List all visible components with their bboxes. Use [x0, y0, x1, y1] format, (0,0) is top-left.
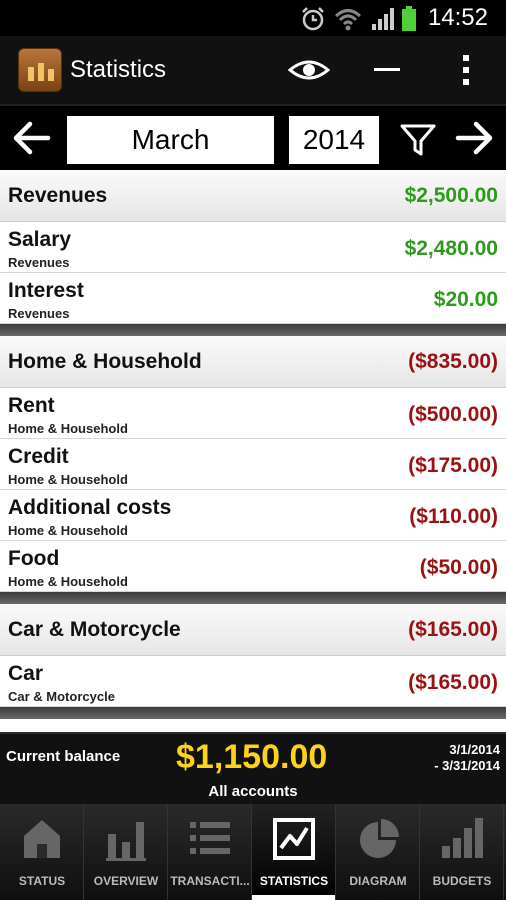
tab-budgets[interactable]: BUDGETS	[420, 804, 504, 900]
list-item[interactable]: Credit Home & Household ($175.00)	[0, 439, 506, 490]
app-logo-icon[interactable]	[18, 48, 62, 92]
battery-icon	[402, 6, 416, 31]
item-name: Food	[8, 547, 60, 570]
balance-amount: $1,150.00	[176, 738, 328, 776]
tab-label: DIAGRAM	[349, 874, 407, 888]
group-divider	[0, 707, 506, 719]
tab-diagram[interactable]: DIAGRAM	[336, 804, 420, 900]
group-name: Home & Household	[8, 350, 202, 373]
group-amount: ($165.00)	[408, 618, 498, 641]
alarm-icon	[302, 7, 324, 31]
item-category: Home & Household	[8, 523, 128, 538]
filter-icon[interactable]	[398, 120, 438, 160]
group-header-home-household[interactable]: Home & Household ($835.00)	[0, 336, 506, 388]
group-amount: $2,500.00	[404, 184, 498, 207]
tab-label: TRANSACTI...	[170, 874, 250, 888]
item-name: Rent	[8, 394, 55, 417]
item-category: Home & Household	[8, 574, 128, 589]
tab-transactions[interactable]: TRANSACTI...	[168, 804, 252, 900]
bar-chart-icon	[106, 822, 146, 861]
list-item[interactable]: Rent Home & Household ($500.00)	[0, 388, 506, 439]
line-chart-icon	[273, 818, 315, 860]
status-bar: 14:52	[0, 0, 506, 36]
item-amount: ($500.00)	[408, 403, 498, 426]
item-amount: $2,480.00	[404, 237, 498, 260]
item-name: Interest	[8, 279, 84, 302]
item-category: Revenues	[8, 306, 70, 321]
balance-summary: Current balance $1,150.00 All accounts 3…	[0, 732, 506, 804]
minus-icon[interactable]	[372, 52, 402, 88]
date-range-end: - 3/31/2014	[434, 758, 500, 773]
list-item[interactable]: Car Car & Motorcycle ($165.00)	[0, 656, 506, 707]
item-name: Salary	[8, 228, 72, 251]
ascending-bars-icon	[442, 818, 483, 858]
group-header-car-motorcycle[interactable]: Car & Motorcycle ($165.00)	[0, 604, 506, 656]
tab-label: OVERVIEW	[93, 874, 159, 888]
list-item[interactable]: Salary Revenues $2,480.00	[0, 222, 506, 273]
item-category: Revenues	[8, 255, 70, 270]
pie-chart-icon	[360, 819, 399, 858]
item-category: Car & Motorcycle	[8, 689, 115, 704]
overflow-menu-icon[interactable]	[456, 52, 476, 88]
list-item[interactable]: Additional costs Home & Household ($110.…	[0, 490, 506, 541]
item-amount: $20.00	[433, 288, 498, 311]
home-icon	[24, 820, 60, 858]
year-selector[interactable]: 2014	[289, 116, 379, 164]
signal-icon	[372, 8, 394, 30]
bottom-tab-bar: STATUS OVERVIEW TRANSACTI... STATISTICS …	[0, 804, 506, 900]
item-amount: ($110.00)	[409, 505, 498, 528]
month-selector[interactable]: March	[67, 116, 274, 164]
group-header-revenues[interactable]: Revenues $2,500.00	[0, 170, 506, 222]
item-amount: ($50.00)	[419, 556, 498, 579]
tab-label: STATISTICS	[259, 874, 329, 888]
tab-label: BUDGETS	[432, 874, 492, 888]
group-name: Car & Motorcycle	[8, 618, 181, 641]
item-name: Additional costs	[8, 496, 172, 519]
wifi-icon	[334, 9, 362, 31]
list-item[interactable]: Interest Revenues $20.00	[0, 273, 506, 324]
account-scope[interactable]: All accounts	[0, 783, 506, 800]
item-category: Home & Household	[8, 472, 128, 487]
tab-status[interactable]: STATUS	[0, 804, 84, 900]
group-divider	[0, 592, 506, 604]
next-arrow-icon[interactable]	[452, 118, 496, 158]
statistics-list[interactable]: Revenues $2,500.00 Salary Revenues $2,48…	[0, 170, 506, 732]
group-divider	[0, 324, 506, 336]
item-category: Home & Household	[8, 421, 128, 436]
item-amount: ($175.00)	[408, 454, 498, 477]
tab-overview[interactable]: OVERVIEW	[84, 804, 168, 900]
item-name: Credit	[8, 445, 69, 468]
tab-label: STATUS	[18, 874, 66, 888]
action-bar: Statistics	[0, 36, 506, 104]
date-range-start: 3/1/2014	[449, 742, 500, 757]
tab-statistics[interactable]: STATISTICS	[252, 804, 336, 900]
item-amount: ($165.00)	[408, 671, 498, 694]
balance-label: Current balance	[6, 748, 121, 765]
group-name: Revenues	[8, 184, 108, 207]
list-icon	[190, 822, 230, 854]
period-navigation: March 2014	[0, 104, 506, 170]
eye-icon[interactable]	[288, 52, 330, 88]
clock-time: 14:52	[427, 4, 488, 31]
item-name: Car	[8, 662, 44, 685]
list-item[interactable]: Food Home & Household ($50.00)	[0, 541, 506, 592]
screen-title: Statistics	[70, 56, 167, 83]
previous-arrow-icon[interactable]	[10, 118, 54, 158]
group-amount: ($835.00)	[408, 350, 498, 373]
